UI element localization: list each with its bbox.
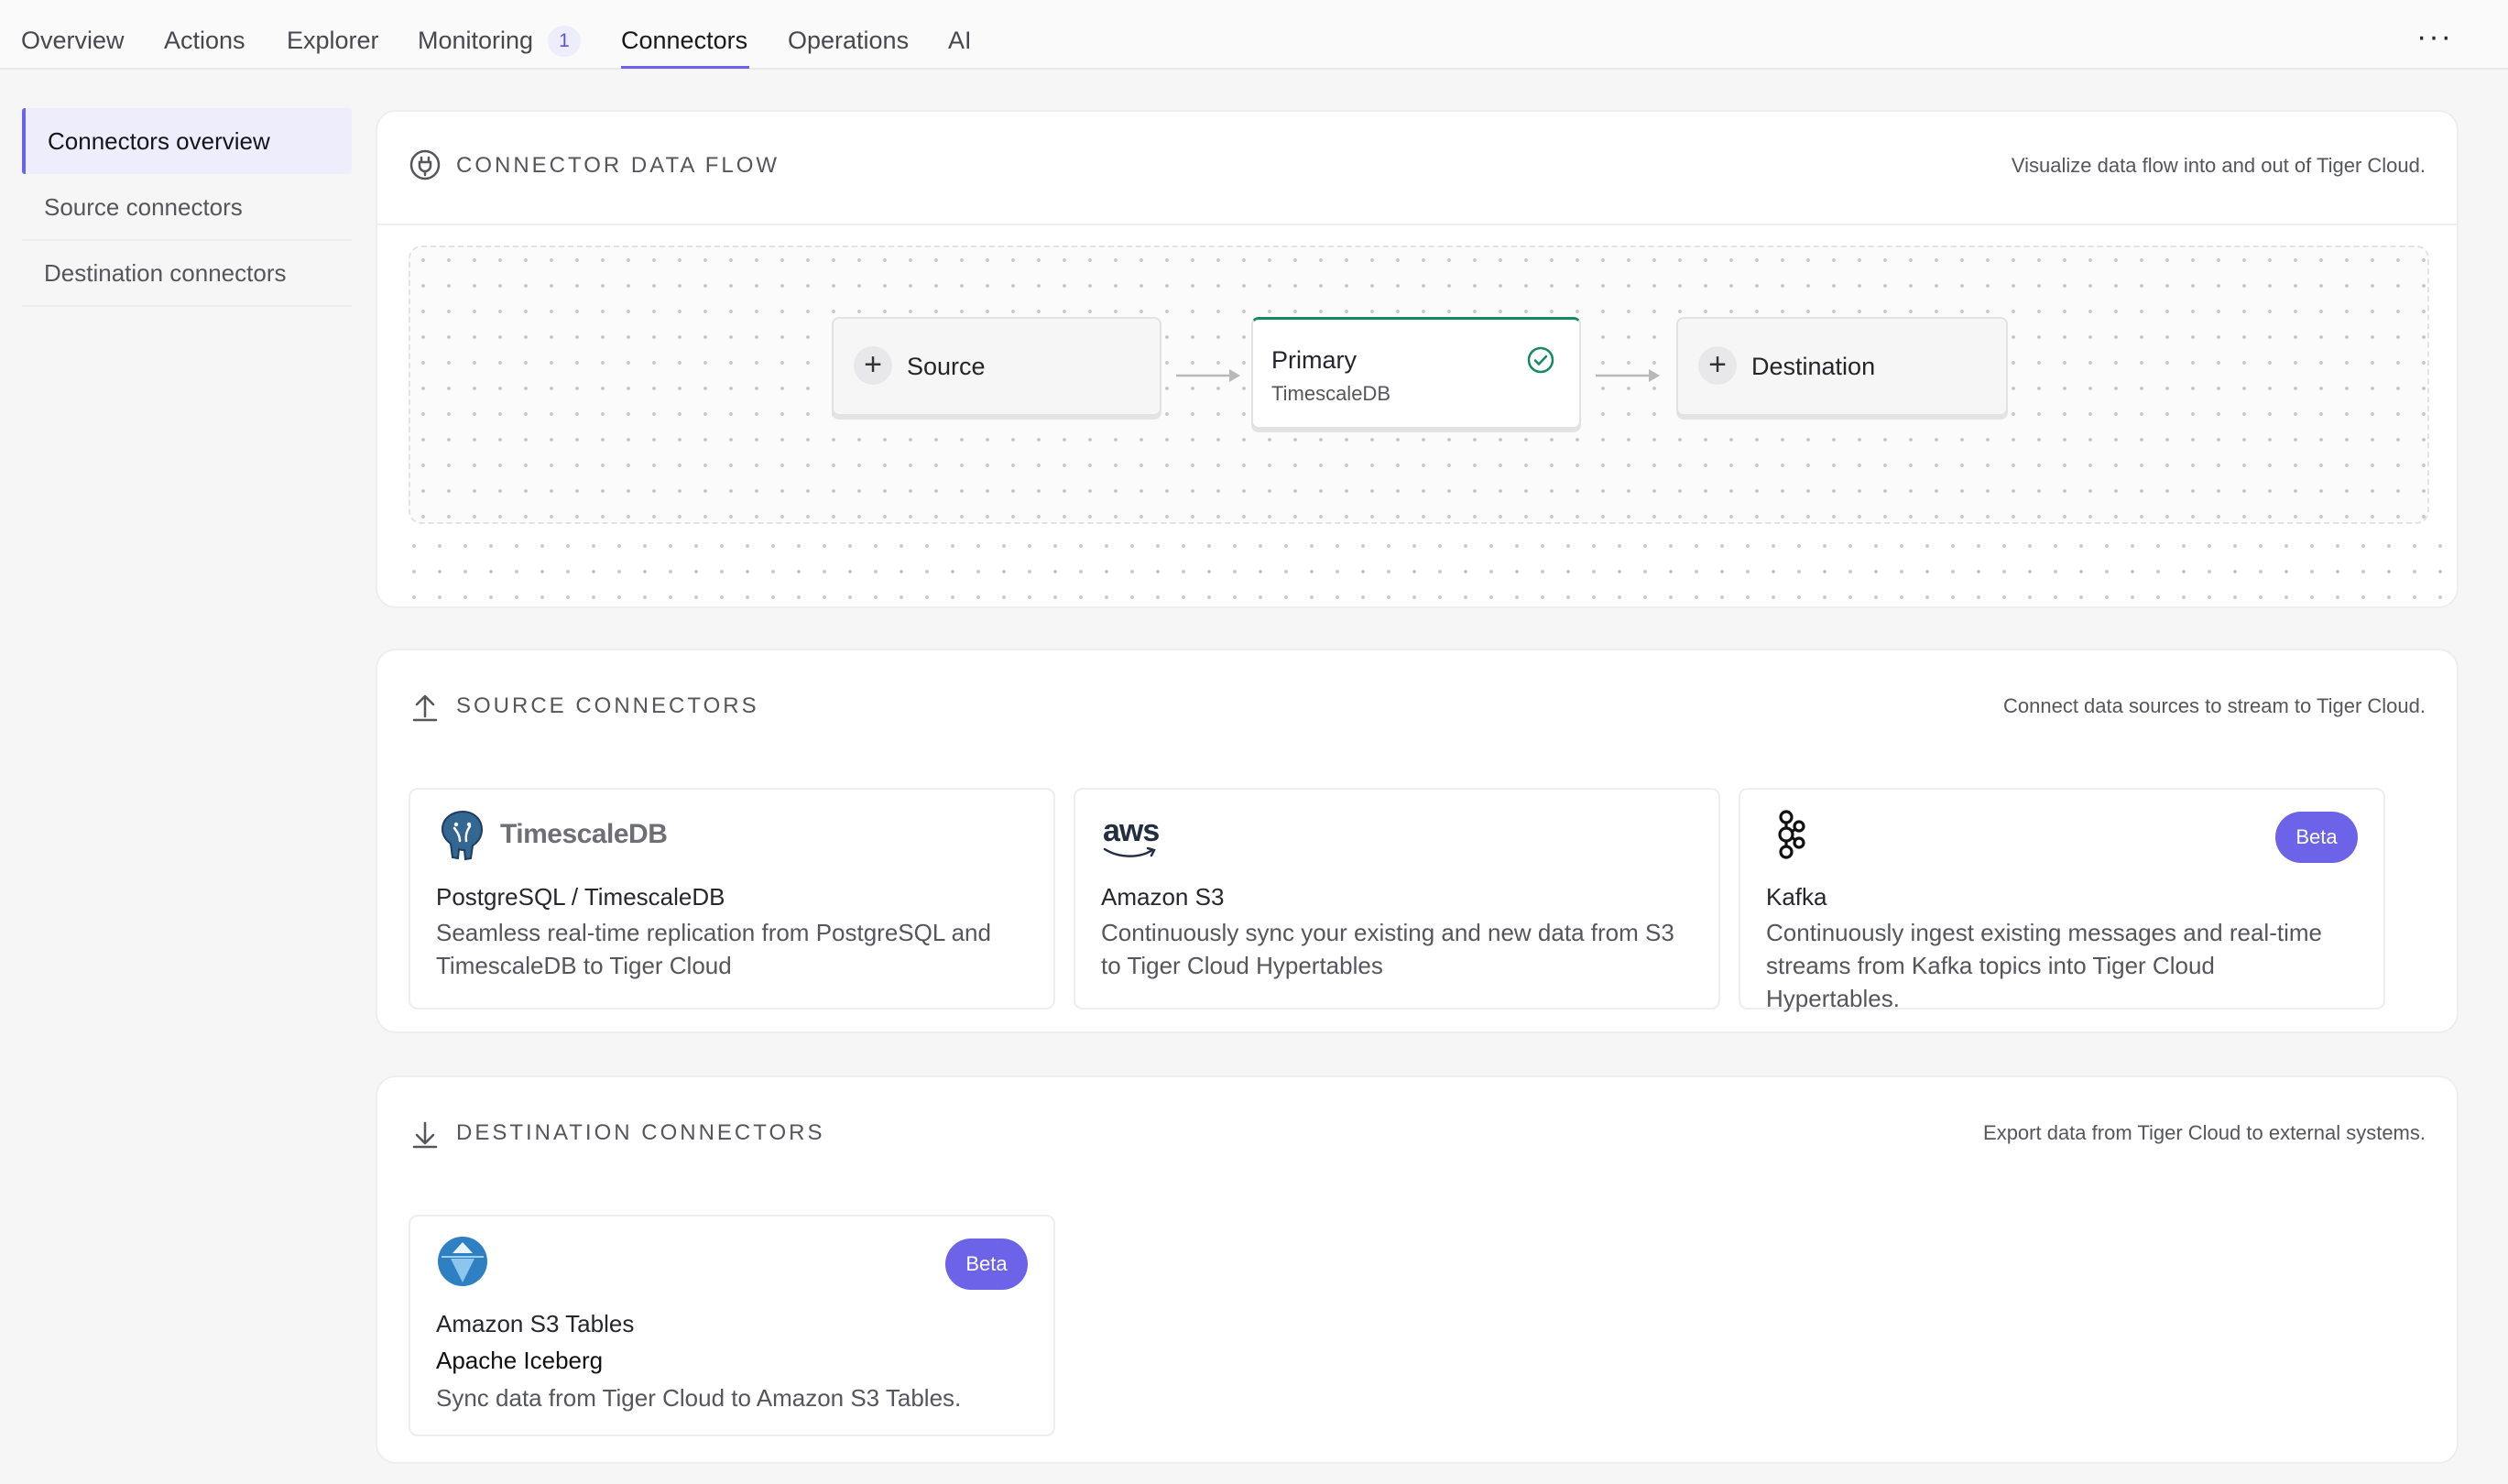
connector-card-amazon-s3-tables[interactable]: Beta Amazon S3 Tables Apache Iceberg Syn… [409, 1215, 1055, 1436]
plug-icon [409, 149, 441, 180]
monitoring-count-badge: 1 [548, 26, 581, 57]
card-description: Seamless real-time replication from Post… [436, 919, 991, 979]
plus-icon: + [854, 346, 892, 385]
card-description: Sync data from Tiger Cloud to Amazon S3 … [436, 1384, 962, 1412]
sidebar-divider [22, 305, 352, 307]
plus-icon: + [1698, 346, 1737, 385]
primary-service-node[interactable]: Primary TimescaleDB [1251, 317, 1581, 429]
elephant-icon [441, 810, 484, 861]
active-tab-indicator [621, 66, 749, 69]
aws-wordmark: aws [1103, 813, 1160, 848]
destination-connectors-panel: DESTINATION CONNECTORS Export data from … [376, 1075, 2459, 1464]
aws-logo: aws [1101, 808, 1165, 861]
check-circle-icon [1527, 346, 1554, 374]
beta-badge: Beta [2275, 812, 2358, 863]
tab-explorer[interactable]: Explorer [287, 24, 379, 57]
destination-section-description: Export data from Tiger Cloud to external… [1983, 1121, 2426, 1144]
tab-overview[interactable]: Overview [21, 24, 125, 57]
destination-node-label: Destination [1751, 353, 1876, 380]
tab-operations[interactable]: Operations [788, 24, 909, 57]
add-destination-node[interactable]: + Destination [1676, 317, 2008, 416]
source-section-title: SOURCE CONNECTORS [456, 693, 759, 718]
sidebar-item-connectors-overview[interactable]: Connectors overview [22, 108, 352, 174]
card-description: Continuously ingest existing messages an… [1766, 919, 2322, 1012]
sidebar-item-destination-connectors[interactable]: Destination connectors [22, 240, 352, 306]
primary-node-title: Primary [1271, 346, 1357, 374]
add-source-node[interactable]: + Source [832, 317, 1161, 416]
destination-section-title: DESTINATION CONNECTORS [456, 1120, 825, 1145]
iceberg-icon [438, 1237, 487, 1286]
flow-section-description: Visualize data flow into and out of Tige… [2011, 154, 2426, 177]
tab-monitoring[interactable]: Monitoring [418, 24, 533, 57]
flow-canvas-dots [396, 526, 2444, 610]
card-title: Amazon S3 Tables [436, 1310, 635, 1337]
connector-data-flow-panel: CONNECTOR DATA FLOW Visualize data flow … [376, 110, 2459, 610]
flow-arrow-icon [1176, 369, 1240, 382]
tab-actions[interactable]: Actions [164, 24, 245, 57]
source-section-description: Connect data sources to stream to Tiger … [2002, 694, 2426, 717]
flow-arrow-icon [1596, 369, 1660, 382]
upload-icon [412, 694, 438, 722]
timescaledb-logo: TimescaleDB [436, 808, 668, 861]
source-node-label: Source [907, 353, 986, 380]
tab-connectors[interactable]: Connectors [621, 24, 747, 57]
aws-smile-icon [1103, 846, 1156, 857]
primary-node-subtitle: TimescaleDB [1271, 382, 1390, 405]
flow-section-title: CONNECTOR DATA FLOW [456, 153, 780, 178]
sidebar-item-source-connectors[interactable]: Source connectors [22, 174, 352, 240]
card-subtitle: Apache Iceberg [436, 1347, 604, 1374]
card-description: Continuously sync your existing and new … [1101, 919, 1674, 979]
card-title: Kafka [1766, 883, 1827, 911]
beta-badge: Beta [945, 1238, 1028, 1290]
top-nav: Overview Actions Explorer Monitoring 1 C… [0, 0, 2508, 70]
connector-card-amazon-s3[interactable]: aws Amazon S3 Continuously sync your exi… [1074, 788, 1720, 1009]
download-icon [412, 1121, 438, 1149]
panel-divider [377, 224, 2457, 225]
kafka-icon [1778, 810, 1805, 859]
card-title: PostgreSQL / TimescaleDB [436, 883, 725, 911]
connector-card-postgresql[interactable]: TimescaleDB PostgreSQL / TimescaleDB Sea… [409, 788, 1055, 1009]
more-options-icon[interactable]: ··· [2416, 21, 2453, 55]
card-title: Amazon S3 [1101, 883, 1225, 911]
source-connectors-panel: SOURCE CONNECTORS Connect data sources t… [376, 649, 2459, 1033]
tab-ai[interactable]: AI [948, 24, 972, 57]
timescaledb-wordmark: TimescaleDB [500, 819, 668, 849]
connector-card-kafka[interactable]: Beta Kafka Continuously ingest existing … [1739, 788, 2385, 1012]
